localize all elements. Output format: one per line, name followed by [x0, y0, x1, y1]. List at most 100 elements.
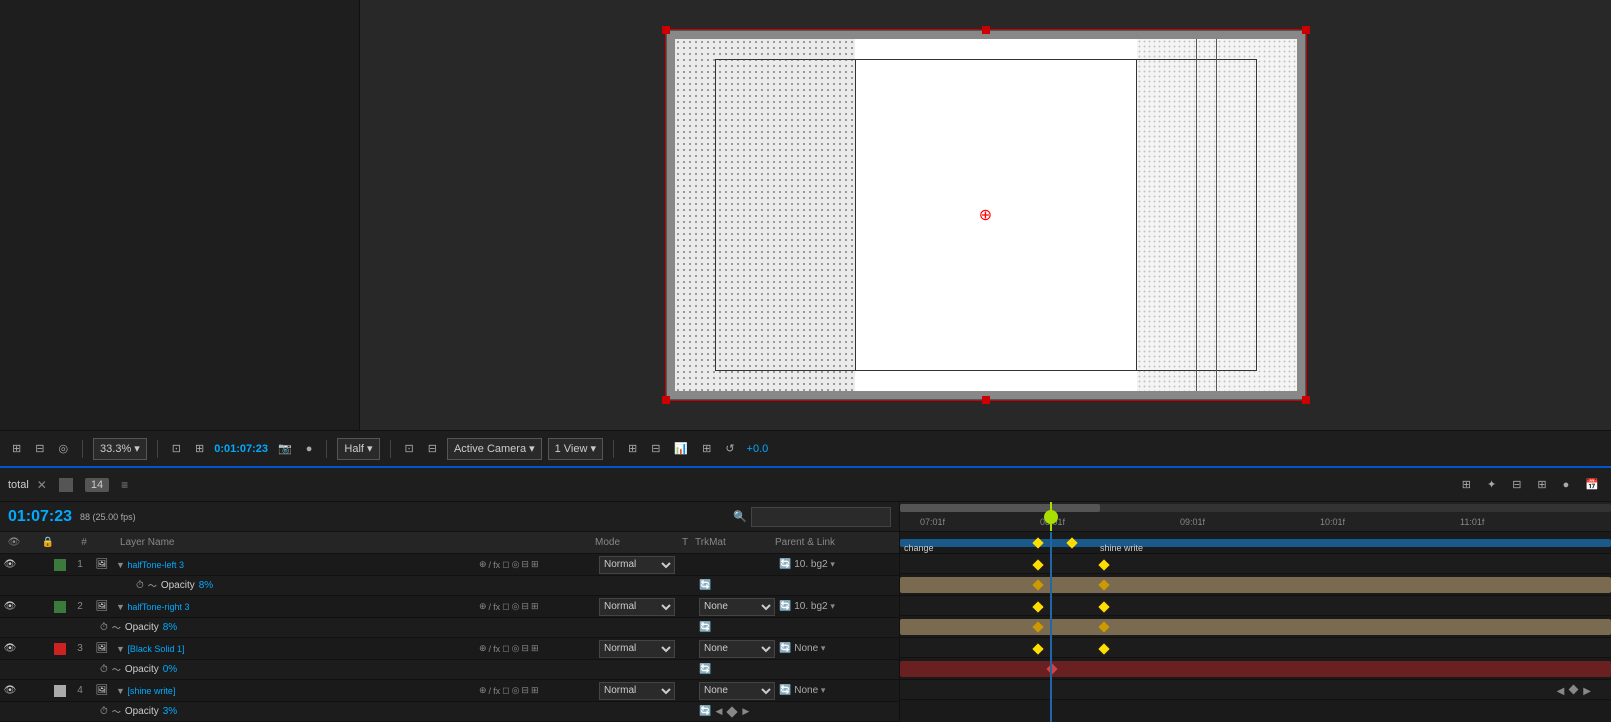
mode-3[interactable]: Normal: [599, 640, 679, 658]
colorpicker-btn[interactable]: ●: [302, 441, 317, 457]
crosshair: ⊕: [979, 205, 992, 225]
mode-select-1[interactable]: Normal: [599, 556, 675, 574]
eye-4[interactable]: 👁: [0, 685, 20, 696]
playhead[interactable]: [1050, 502, 1052, 531]
eye-3[interactable]: 👁: [0, 643, 20, 654]
handle-bl[interactable]: [662, 396, 670, 404]
vline3: [1196, 39, 1197, 391]
handle-tm[interactable]: [982, 26, 990, 34]
view-count-dropdown[interactable]: 1 View ▾: [548, 438, 603, 460]
sub-content-3: ⏱ 〜 Opacity 0%: [76, 663, 699, 676]
track-label-shine-write: shine write: [1100, 543, 1143, 553]
preview-area: ⊕: [360, 0, 1611, 430]
handle-tr[interactable]: [1302, 26, 1310, 34]
stopwatch-3[interactable]: ⏱: [100, 664, 108, 675]
trkmat-select-2[interactable]: None: [699, 598, 775, 616]
camera-dropdown[interactable]: Active Camera ▾: [447, 438, 542, 460]
timeline-close-btn[interactable]: ✕: [37, 478, 47, 492]
handle-tl[interactable]: [662, 26, 670, 34]
tl-btn2[interactable]: ✦: [1483, 476, 1500, 493]
track-bar-1: change shine write: [900, 539, 1611, 547]
track-bar-4: [900, 661, 1611, 677]
layer-panel: 01:07:23 88 (25.00 fps) 🔍 👁 🔒 # Layer Na…: [0, 502, 900, 722]
stopwatch-1[interactable]: ⏱: [136, 580, 144, 591]
tl-btn4[interactable]: ⊞: [1533, 476, 1550, 493]
network-btn[interactable]: ⊞: [698, 440, 715, 457]
track-row-3: [900, 616, 1611, 638]
track-label-change: change: [904, 543, 934, 553]
preview-time[interactable]: 0:01:07:23: [214, 443, 268, 455]
expand-2[interactable]: ▼ halfTone-right 3: [112, 602, 477, 612]
scrollbar-thumb[interactable]: [900, 504, 1100, 512]
search-input[interactable]: [751, 507, 891, 527]
preview-mode-btn[interactable]: ⊞: [8, 440, 25, 457]
kf-sub-2a[interactable]: [1032, 601, 1043, 612]
eye-1[interactable]: 👁: [0, 559, 20, 570]
num-1: 1: [68, 559, 92, 570]
region-btn[interactable]: ⊟: [424, 440, 441, 457]
timemark-3: 10:01f: [1320, 517, 1345, 527]
track-row-1: change shine write: [900, 532, 1611, 554]
trkmat-3[interactable]: None: [699, 640, 779, 658]
tl-btn1[interactable]: ⊞: [1458, 476, 1475, 493]
timemark-2: 09:01f: [1180, 517, 1205, 527]
mode-select-2[interactable]: Normal: [599, 598, 675, 616]
timeline-scrollbar[interactable]: [900, 504, 1611, 512]
tl-btn5[interactable]: ●: [1559, 477, 1574, 493]
fit-btn[interactable]: ⊡: [168, 440, 185, 457]
icons-2: ⊕ / fx ◻ ◎ ⊟ ⊞: [479, 601, 599, 612]
kf-prev-4[interactable]: ◀: [1557, 686, 1565, 697]
timeline-tab-name[interactable]: total: [8, 479, 29, 491]
trkmat-select-3[interactable]: None: [699, 640, 775, 658]
layer-sub-row-4-opacity: ⏱ 〜 Opacity 3% 🔄 ◀ ▶: [0, 702, 899, 722]
handle-br[interactable]: [1302, 396, 1310, 404]
handle-bm[interactable]: [982, 396, 990, 404]
col-header-parent: Parent & Link: [775, 537, 895, 548]
menu-icon[interactable]: ≡: [121, 478, 128, 492]
render-btn[interactable]: ⊟: [647, 440, 664, 457]
layer-row-1: 👁 1 🖼 ▼ halfTone-left 3 ⊕ / fx ◻ ◎ ⊟: [0, 554, 899, 576]
kf-sub-1a[interactable]: [1032, 559, 1043, 570]
trkmat-4[interactable]: None: [699, 682, 779, 700]
mode-select-3[interactable]: Normal: [599, 640, 675, 658]
opacity-val-2[interactable]: 8%: [163, 622, 177, 633]
trkmat-2[interactable]: None: [699, 598, 779, 616]
col-header-num: #: [72, 537, 96, 548]
opacity-val-3[interactable]: 0%: [163, 664, 177, 675]
layer-row-2: 👁 2 🖼 ▼ halfTone-right 3 ⊕ / fx ◻ ◎ ⊟: [0, 596, 899, 618]
mask-btn[interactable]: ◎: [54, 440, 72, 457]
reset-btn[interactable]: ↺: [721, 440, 738, 457]
mode-1[interactable]: Normal: [599, 556, 679, 574]
tl-btn6[interactable]: 📅: [1581, 476, 1603, 493]
half-dropdown[interactable]: Half ▾: [337, 438, 379, 460]
kf-sub-1b[interactable]: [1098, 559, 1109, 570]
kf-sub-3a[interactable]: [1032, 643, 1043, 654]
mode-4[interactable]: Normal: [599, 682, 679, 700]
resolution-btn[interactable]: ⊞: [191, 440, 208, 457]
snapshot-btn[interactable]: 📷: [274, 440, 296, 457]
comp-btn[interactable]: ⊡: [401, 440, 418, 457]
mode-2[interactable]: Normal: [599, 598, 679, 616]
kf-next-4[interactable]: ▶: [1583, 686, 1591, 697]
grid-btn[interactable]: ⊟: [31, 440, 48, 457]
graph-btn[interactable]: 📊: [670, 440, 692, 457]
layer-sub-row-3-opacity: ⏱ 〜 Opacity 0% 🔄: [0, 660, 899, 680]
track-sub-row-1: [900, 554, 1611, 574]
sep3: [326, 440, 327, 458]
expand-1[interactable]: ▼ halfTone-left 3: [112, 560, 477, 570]
mode-select-4[interactable]: Normal: [599, 682, 675, 700]
export-btn[interactable]: ⊞: [624, 440, 641, 457]
timemark-0: 07:01f: [920, 517, 945, 527]
expand-3[interactable]: ▼ [Black Solid 1]: [112, 644, 477, 654]
expand-4[interactable]: ▼ [shine write]: [112, 686, 477, 696]
trkmat-select-4[interactable]: None: [699, 682, 775, 700]
thumb-1: 🖼: [92, 559, 112, 570]
parent-2: 🔄 10. bg2 ▾: [779, 601, 899, 612]
kf-sub-3b[interactable]: [1098, 643, 1109, 654]
opacity-val-1[interactable]: 8%: [199, 580, 213, 591]
kf-sub-2b[interactable]: [1098, 601, 1109, 612]
tl-btn3[interactable]: ⊟: [1508, 476, 1525, 493]
zoom-dropdown[interactable]: 33.3% ▾: [93, 438, 147, 460]
eye-2[interactable]: 👁: [0, 601, 20, 612]
stopwatch-2[interactable]: ⏱: [100, 622, 108, 633]
